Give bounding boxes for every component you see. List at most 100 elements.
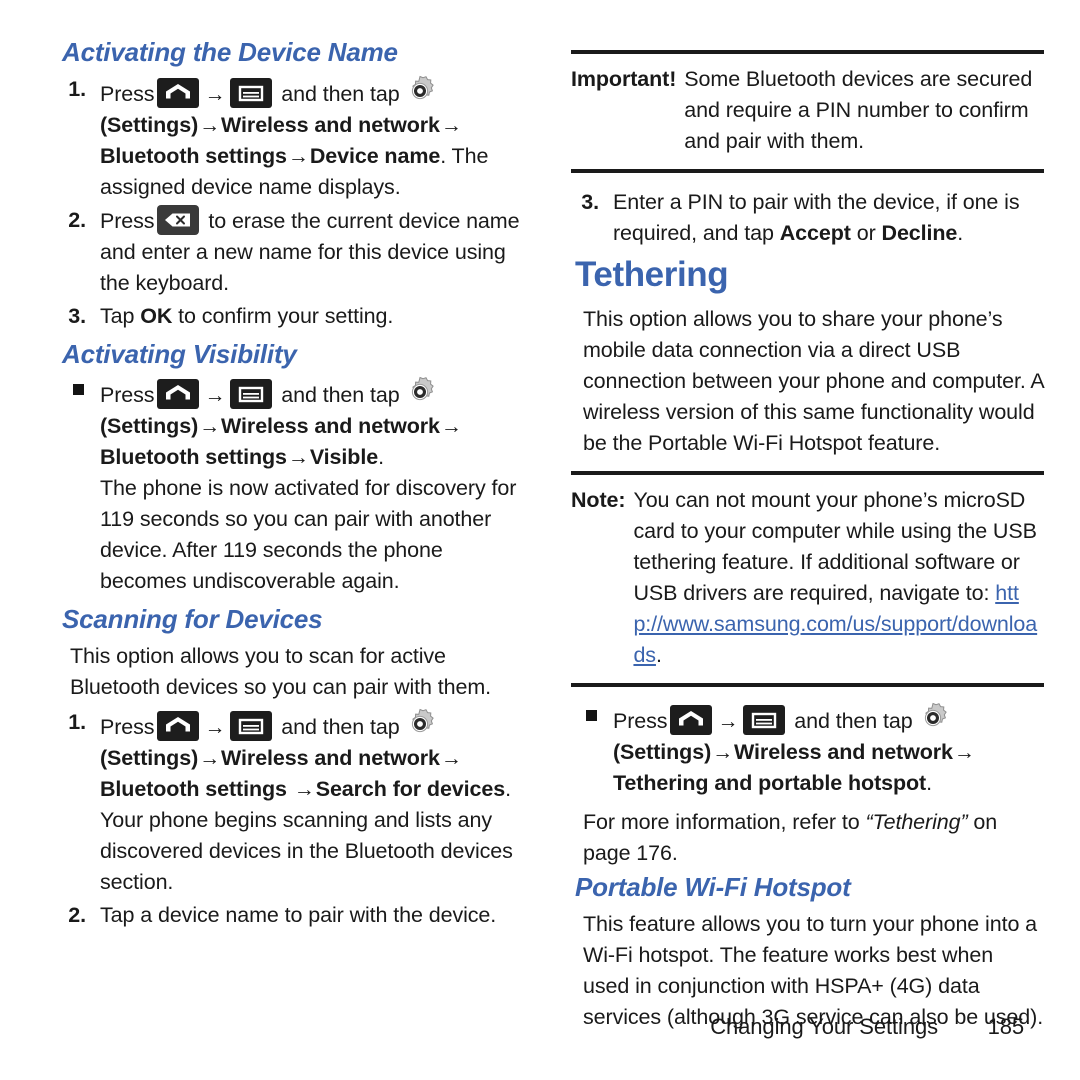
right-arrow-icon: →: [204, 715, 226, 739]
step-text-settings: (Settings): [100, 745, 199, 770]
step-text-decline: Decline: [881, 221, 958, 245]
step-item: Press → and then tap (Settings)→Wireless a…: [56, 375, 531, 597]
manual-page: Activating the Device Name 1. Press → and…: [0, 0, 1080, 1080]
note-box: Note: You can not mount your phone’s mic…: [571, 471, 1044, 688]
step-number: 1.: [68, 76, 86, 101]
step-text-wireless-and-network: Wireless and network: [221, 414, 440, 439]
right-arrow-icon: →: [199, 113, 221, 137]
right-arrow-icon: →: [199, 415, 221, 439]
cross-ref-lead: For more information, refer to: [583, 810, 866, 835]
step-item: 2. Press to erase the current device nam…: [56, 204, 531, 299]
step-text-ok: OK: [140, 303, 173, 328]
step-item: 1. Press → and then tap (Settings)→Wireles…: [56, 74, 531, 203]
step-text: Press → and then tap (Settings)→Wireless a…: [100, 375, 531, 597]
note-text-before: You can not mount your phone’s microSD c…: [633, 488, 1037, 606]
home-key-icon: [670, 705, 713, 736]
step-text-wireless-and-network: Wireless and network: [221, 112, 440, 137]
home-key-icon: [157, 710, 200, 741]
step-item: Press → and then tap (Settings)→Wireless a…: [569, 701, 1044, 799]
heading-activating-visibility: Activating Visibility: [62, 338, 297, 369]
page-footer: Changing Your Settings 185: [56, 1014, 1024, 1040]
step-text-press: Press: [100, 714, 155, 739]
right-arrow-icon: →: [717, 710, 739, 734]
step-text-wireless-and-network: Wireless and network: [221, 745, 440, 770]
right-arrow-icon: →: [953, 741, 975, 765]
step-text-press: Press: [100, 81, 155, 106]
step-text-and-then-tap: and then tap: [794, 709, 913, 734]
right-arrow-icon: →: [287, 446, 309, 470]
right-arrow-icon: →: [199, 746, 221, 770]
step-text-device-name: Device name: [309, 143, 441, 168]
step-number: 2.: [68, 902, 86, 927]
right-arrow-icon: →: [204, 82, 226, 106]
right-column: Important! Some Bluetooth devices are se…: [569, 38, 1044, 1037]
heading-scanning-for-devices: Scanning for Devices: [62, 604, 323, 635]
left-column: Activating the Device Name 1. Press → and…: [56, 37, 531, 933]
step-item: 1. Press → and then tap (Settings)→Wireles…: [56, 707, 531, 898]
step-text-and-then-tap: and then tap: [281, 714, 400, 739]
home-key-icon: [157, 77, 200, 108]
menu-key-icon: [743, 705, 786, 736]
menu-key-icon: [230, 710, 273, 741]
step-text-bluetooth-settings: Bluetooth settings: [100, 776, 293, 801]
step-text: Tap a device name to pair with the devic…: [100, 902, 497, 927]
step-text-period: .: [505, 776, 511, 801]
right-arrow-icon: →: [440, 415, 462, 439]
note-label: Note:: [571, 488, 626, 513]
note-text-after: .: [655, 643, 662, 668]
step-item: 3. Tap OK to confirm your setting.: [56, 301, 531, 332]
cross-reference-paragraph: For more information, refer to “Tetherin…: [583, 807, 1044, 869]
step-text: Press → and then tap (Settings)→Wireless a…: [613, 701, 1044, 799]
step-text: Tap OK to confirm your setting.: [100, 301, 531, 332]
important-text: Some Bluetooth devices are secured and r…: [684, 67, 1033, 153]
step-text-or: or: [850, 221, 882, 245]
step-text-settings: (Settings): [613, 740, 712, 765]
scanning-intro-paragraph: This option allows you to scan for activ…: [70, 643, 492, 699]
step-text-detail: The phone is now activated for discovery…: [100, 476, 517, 594]
step-text-and-then-tap: and then tap: [281, 383, 400, 408]
step-text-bluetooth-settings: Bluetooth settings: [100, 445, 287, 470]
settings-gear-icon: [403, 74, 437, 108]
step-item: 3. Enter a PIN to pair with the device, …: [569, 187, 1044, 249]
heading-activating-the-device-name: Activating the Device Name: [62, 37, 398, 67]
settings-gear-icon: [916, 701, 950, 735]
heading-tethering: Tethering: [575, 255, 729, 294]
menu-key-icon: [230, 379, 273, 410]
step-text-wireless-and-network: Wireless and network: [734, 740, 953, 765]
step-text-press: Press: [100, 208, 155, 233]
two-column-layout: Activating the Device Name 1. Press → and…: [56, 37, 1044, 1037]
right-arrow-icon: →: [440, 746, 462, 770]
step-number: 3.: [68, 303, 86, 328]
right-arrow-icon: →: [440, 113, 462, 137]
square-bullet-icon: [56, 375, 100, 597]
step-number: 2.: [68, 207, 86, 232]
footer-page-number: 185: [987, 1014, 1025, 1039]
settings-gear-icon: [403, 707, 437, 741]
step-text-press: Press: [613, 709, 668, 734]
step-text-detail: Your phone begins scanning and lists any…: [100, 807, 513, 894]
step-text-period: .: [378, 445, 384, 470]
step-text-and-then-tap: and then tap: [281, 81, 400, 106]
cross-ref-title: “Tethering”: [865, 810, 968, 835]
step-item: 2. Tap a device name to pair with the de…: [56, 900, 531, 931]
settings-gear-icon: [403, 375, 437, 409]
right-arrow-icon: →: [287, 144, 309, 168]
important-label: Important!: [571, 67, 677, 91]
right-arrow-icon: →: [204, 384, 226, 408]
step-text-lead: Tap: [100, 303, 141, 328]
step-text-settings: (Settings): [100, 112, 199, 137]
step-text-period: .: [926, 771, 932, 796]
heading-portable-wifi-hotspot: Portable Wi-Fi Hotspot: [575, 872, 851, 903]
step-text: Enter a PIN to pair with the device, if …: [613, 187, 1044, 249]
important-note-box: Important! Some Bluetooth devices are se…: [571, 50, 1044, 173]
square-bullet-icon: [569, 701, 613, 799]
step-text: Press → and then tap (Settings)→Wireless a…: [100, 74, 531, 203]
right-arrow-icon: →: [293, 777, 315, 801]
backspace-key-icon: [157, 204, 200, 235]
step-text-period: .: [957, 221, 964, 245]
step-number: 3.: [581, 190, 599, 214]
home-key-icon: [157, 379, 200, 410]
step-text: Press to erase the current device name a…: [100, 204, 531, 299]
step-text-press: Press: [100, 383, 155, 408]
step-number: 1.: [68, 709, 86, 734]
